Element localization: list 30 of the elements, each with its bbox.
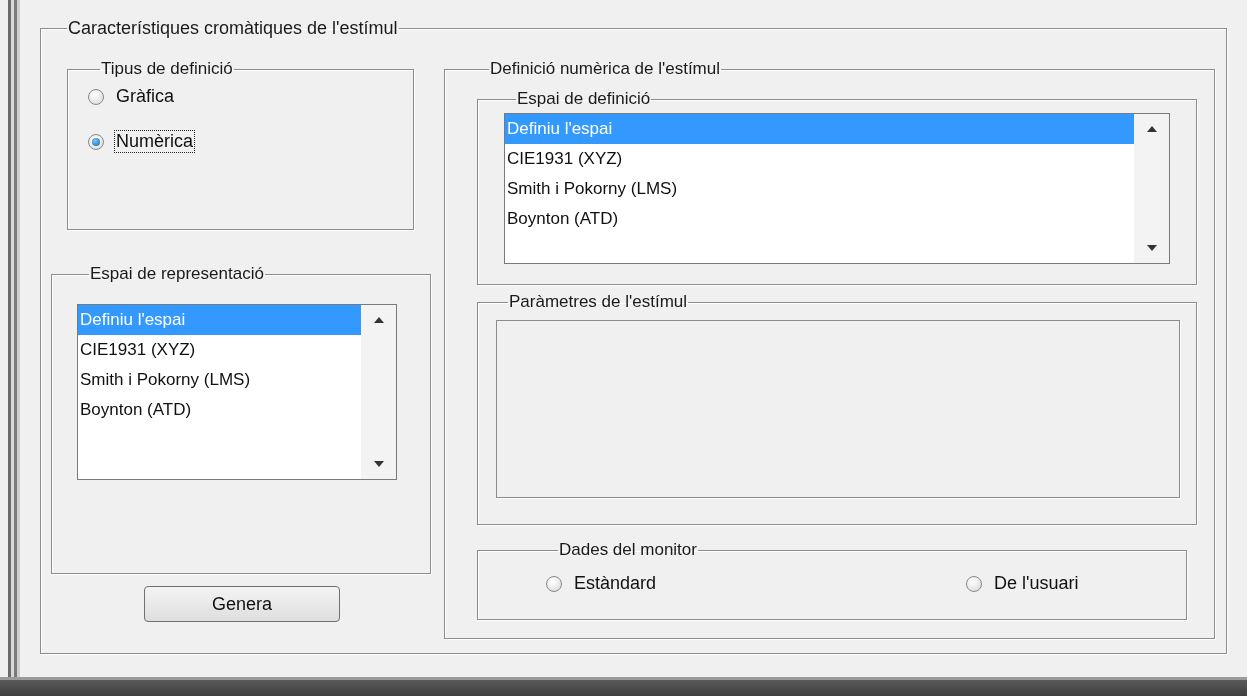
list-item[interactable]: Boynton (ATD) [78,395,361,425]
scrollbar[interactable] [361,305,396,479]
radio-button[interactable] [88,88,104,105]
radio-label[interactable]: Numèrica [114,130,196,153]
group-title: Paràmetres de l'estímul [508,292,689,312]
list-item[interactable]: Smith i Pokorny (LMS) [78,365,361,395]
radio-button[interactable] [966,575,982,592]
radio-label[interactable]: Gràfica [114,85,177,108]
list-box[interactable]: Definiu l'espai CIE1931 (XYZ) Smith i Pokorny (LMS) Boynton (ATD) [77,304,397,480]
radio-label[interactable]: Estàndard [572,572,659,595]
generate-button[interactable]: Genera [144,586,340,622]
list-item[interactable]: Boynton (ATD) [505,204,1134,234]
group-title: Tipus de definició [100,59,234,79]
group-title: Característiques cromàtiques de l'estímul [67,18,399,39]
list-item[interactable]: CIE1931 (XYZ) [505,144,1134,174]
group-title: Dades del monitor [558,540,698,560]
radio-label[interactable]: De l'usuari [992,572,1081,595]
scroll-down-icon[interactable] [1146,245,1157,251]
radio-button[interactable] [546,575,562,592]
group-title: Definició numèrica de l'estímul [489,59,721,79]
list-item[interactable]: CIE1931 (XYZ) [78,335,361,365]
scroll-up-icon[interactable] [1146,126,1157,132]
scroll-up-icon[interactable] [373,317,384,323]
group-title: Espai de definició [516,89,652,109]
list-box[interactable]: Definiu l'espai CIE1931 (XYZ) Smith i Pokorny (LMS) Boynton (ATD) [504,113,1170,264]
list-item[interactable]: Smith i Pokorny (LMS) [505,174,1134,204]
scroll-down-icon[interactable] [373,461,384,467]
group-title: Espai de representació [89,264,265,284]
scrollbar[interactable] [1134,114,1169,263]
radio-button[interactable] [88,133,104,150]
